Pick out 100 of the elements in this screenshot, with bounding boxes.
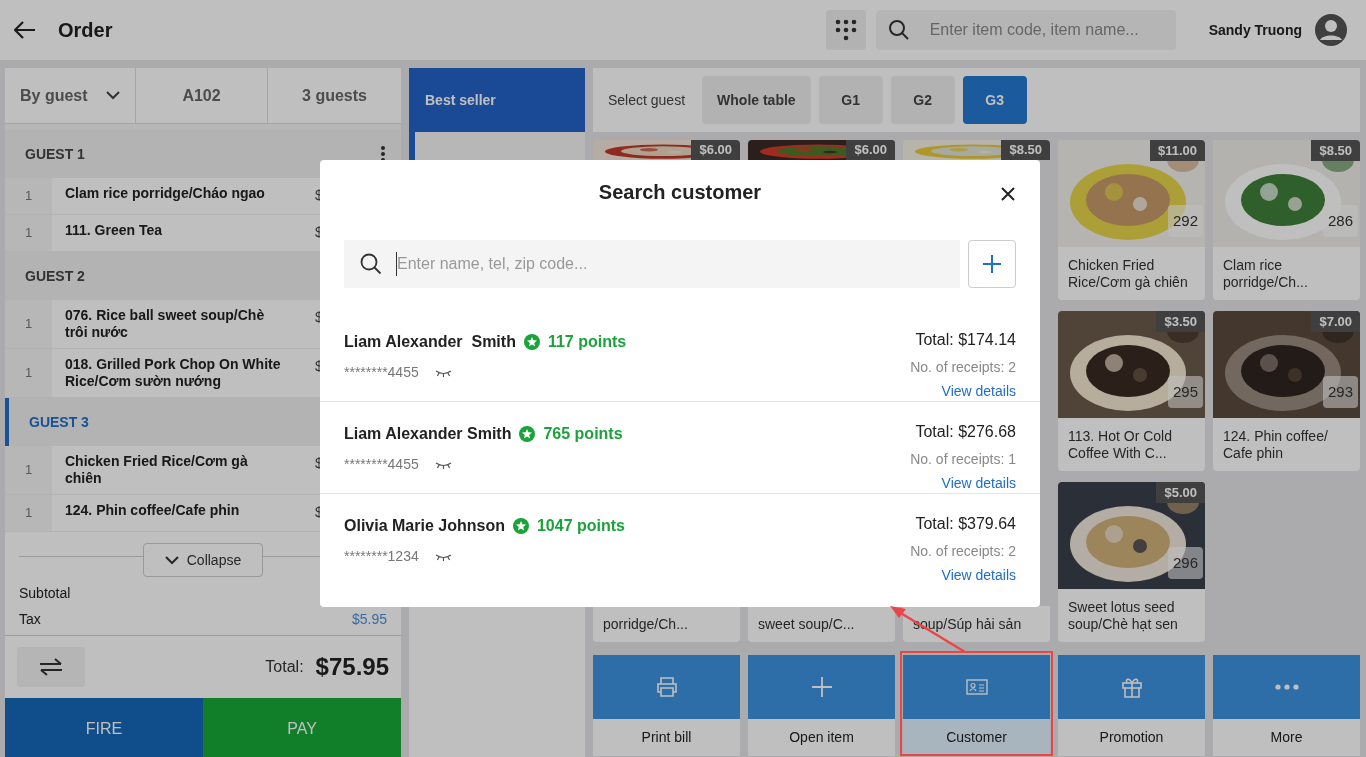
close-button[interactable] (1000, 186, 1016, 202)
add-customer-button[interactable] (968, 240, 1016, 288)
guest-option[interactable]: G2 (890, 76, 955, 124)
product-card[interactable]: $11.00 292 Chicken Fried Rice/Cơm gà chiên (1058, 140, 1205, 300)
total-label: Total: (265, 657, 304, 677)
product-card[interactable]: $7.00 293 124. Phin coffee/ Cafe phin (1213, 311, 1360, 471)
product-name: Sweet lotus seed soup/Chè hạt sen (1068, 599, 1179, 633)
receipts-count: No. of receipts: 2 (910, 358, 1016, 377)
loyalty-points: 765 points (543, 424, 623, 444)
price-badge: $8.50 (1001, 140, 1050, 160)
product-card[interactable]: sweet soup/C... (748, 606, 895, 642)
product-card[interactable]: $5.00 296 Sweet lotus seed soup/Chè hạt sen (1058, 482, 1205, 642)
view-details-link[interactable]: View details (941, 565, 1016, 586)
product-name: Clam rice porridge/Ch... (1223, 257, 1309, 291)
plus-icon (982, 254, 1002, 274)
select-guest-label: Select guest (608, 90, 686, 110)
tax-value: $5.95 (351, 610, 387, 629)
guest-option[interactable]: Whole table (702, 76, 811, 124)
tax-label: Tax (19, 610, 41, 629)
customer-search-field[interactable]: Enter name, tel, zip code... (344, 240, 960, 288)
price-badge: $11.00 (1149, 140, 1205, 161)
masked-phone: ********4455 (344, 455, 419, 474)
order-item-name[interactable]: Chicken Fried Rice/Cơm gà chiên (52, 446, 302, 494)
price-badge: $5.00 (1156, 482, 1205, 503)
product-card[interactable]: $6.00 (593, 140, 740, 160)
page-title: Order (58, 18, 113, 43)
guest-header[interactable]: GUEST 1 (5, 130, 401, 178)
price-badge: $6.00 (846, 140, 895, 160)
star-icon (519, 426, 536, 442)
quantity-cell: 1 (5, 178, 52, 214)
eye-closed-icon[interactable] (434, 460, 452, 469)
price-badge: $8.50 (1311, 140, 1360, 161)
star-icon (523, 334, 540, 350)
guest-option[interactable]: G1 (818, 76, 883, 124)
loyalty-points: 117 points (547, 332, 627, 352)
keypad-button[interactable] (825, 10, 866, 50)
subtotal-label: Subtotal (19, 583, 71, 603)
product-card[interactable]: porridge/Ch... (593, 606, 740, 642)
order-item-name[interactable]: 124. Phin coffee/Cafe phin (52, 495, 302, 531)
loyalty-points: 1047 points (536, 516, 625, 536)
user-name: Sandy Truong (1208, 20, 1302, 40)
dialog-title: Search customer (598, 180, 762, 205)
printer-icon (655, 677, 678, 697)
keypad-icon (833, 18, 858, 42)
masked-phone: ********4455 (344, 363, 419, 382)
eye-closed-icon[interactable] (434, 368, 452, 377)
swap-arrows-icon (38, 658, 64, 676)
product-name: 113. Hot Or Cold Coffee With C... (1068, 428, 1173, 462)
quantity-cell: 1 (5, 300, 52, 348)
search-icon (887, 19, 910, 41)
customer-row[interactable]: Olivia Marie Johnson 1047 points ********1234 Total: $379.64 No. of receipts: 2 View details (320, 494, 1040, 586)
plus-icon (810, 676, 833, 698)
quantity-cell: 1 (5, 446, 52, 494)
order-mode-dropdown[interactable]: By guest (5, 68, 136, 123)
eye-closed-icon[interactable] (434, 552, 452, 561)
guest-label: GUEST 3 (29, 412, 89, 432)
order-item-name[interactable]: 018. Grilled Pork Chop On White Rice/Cơm sườn nướng (52, 349, 302, 397)
total-value: $75.95 (315, 652, 389, 682)
product-card[interactable]: $8.50 (903, 140, 1050, 160)
guests-button[interactable]: 3 guests (268, 68, 401, 123)
order-item-name[interactable]: Clam rice porridge/Cháo ngao (52, 178, 302, 214)
guest-label: GUEST 2 (25, 266, 85, 286)
table-button[interactable]: A102 (136, 68, 268, 123)
chevron-down-icon (106, 91, 120, 100)
product-name: Chicken Fried Rice/Cơm gà chiên (1068, 257, 1189, 291)
customer-row[interactable]: Liam Alexander Smith 765 points ********4455 Total: $276.68 No. of receipts: 1 View details (320, 402, 1040, 494)
guest-label: GUEST 1 (25, 144, 85, 164)
order-item-name[interactable]: 111. Green Tea (52, 215, 302, 251)
fire-button[interactable]: FIRE (5, 698, 203, 757)
customer-total: Total: $276.68 (915, 422, 1016, 442)
star-icon (512, 518, 529, 534)
id-card-icon (965, 679, 988, 695)
customer-total: Total: $379.64 (915, 514, 1016, 534)
more-icon (1274, 684, 1299, 690)
more-vertical-icon[interactable] (381, 146, 385, 162)
price-badge: $7.00 (1311, 311, 1360, 332)
quantity-cell: 1 (5, 215, 52, 251)
view-details-link[interactable]: View details (941, 381, 1016, 402)
search-icon (360, 253, 382, 275)
customer-row[interactable]: Liam Alexander Smith 117 points ********4455 Total: $174.14 No. of receipts: 2 View details (320, 310, 1040, 402)
customer-total: Total: $174.14 (915, 330, 1016, 350)
product-card[interactable]: $3.50 295 113. Hot Or Cold Coffee With C... (1058, 311, 1205, 471)
guest-option[interactable]: G3 (962, 76, 1027, 124)
product-name: 124. Phin coffee/ Cafe phin (1223, 428, 1329, 462)
view-details-link[interactable]: View details (941, 473, 1016, 494)
product-name: sweet soup/C... (758, 616, 856, 633)
back-arrow-icon[interactable] (14, 21, 36, 39)
category-tab[interactable]: Best seller (409, 68, 585, 132)
order-item-name[interactable]: 076. Rice ball sweet soup/Chè trôi nước (52, 300, 302, 348)
gift-icon (1120, 676, 1143, 698)
masked-phone: ********1234 (344, 547, 419, 566)
collapse-button[interactable]: Collapse (143, 543, 263, 577)
product-card[interactable]: $8.50 286 Clam rice porridge/Ch... (1213, 140, 1360, 300)
product-card[interactable]: $6.00 (748, 140, 895, 160)
customer-name: Liam Alexander Smith (344, 332, 516, 352)
avatar-icon[interactable] (1314, 13, 1348, 47)
item-search-field[interactable]: Enter item code, item name... (875, 10, 1176, 50)
swap-button[interactable] (17, 647, 85, 687)
receipts-count: No. of receipts: 1 (910, 450, 1016, 469)
receipts-count: No. of receipts: 2 (910, 542, 1016, 561)
